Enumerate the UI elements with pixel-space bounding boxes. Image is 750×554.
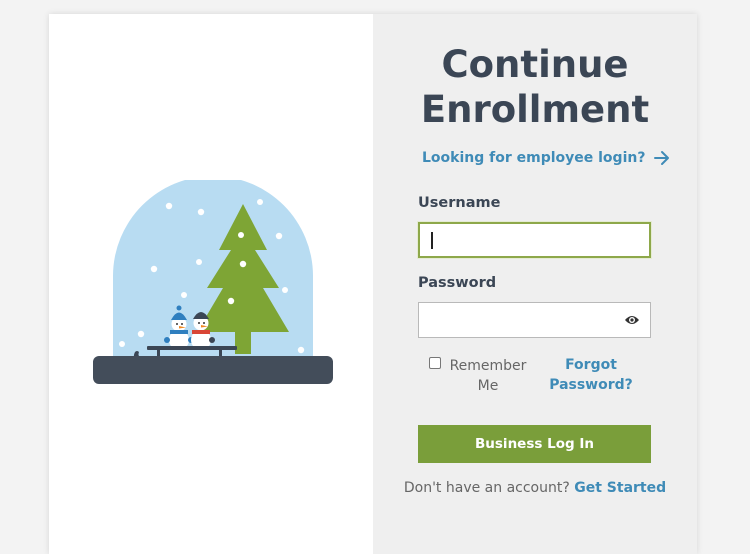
business-login-button[interactable]: Business Log In [418,425,651,463]
forgot-line-1: Forgot [565,357,617,373]
login-card: Continue Enrollment Looking for employee… [49,14,697,554]
get-started-link[interactable]: Get Started [574,480,666,496]
username-input[interactable] [418,222,651,258]
remember-me-label[interactable]: Remember Me [449,356,527,396]
page-title: Continue Enrollment [373,42,697,132]
eye-icon[interactable] [624,314,640,326]
username-label: Username [418,195,501,211]
no-account-text: Don't have an account? [403,480,570,496]
remember-me-checkbox[interactable] [429,357,441,369]
snow-globe-illustration [93,180,333,384]
password-input[interactable] [418,302,651,338]
remember-line-2: Me [477,378,499,394]
remember-me: Remember Me [429,356,527,396]
login-panel: Continue Enrollment Looking for employee… [373,14,697,554]
forgot-password-link[interactable]: Forgot Password? [548,355,634,395]
title-line-2: Enrollment [420,88,650,131]
employee-login-link[interactable]: Looking for employee login? [422,149,671,167]
illustration-panel [49,14,373,554]
employee-login-label: Looking for employee login? [422,150,646,166]
title-line-1: Continue [441,43,629,86]
password-label: Password [418,275,497,291]
text-cursor [431,232,433,249]
arrow-right-icon [654,151,670,165]
signup-prompt: Don't have an account? Get Started [373,480,697,496]
forgot-line-2: Password? [549,377,633,393]
remember-line-1: Remember [449,358,527,374]
